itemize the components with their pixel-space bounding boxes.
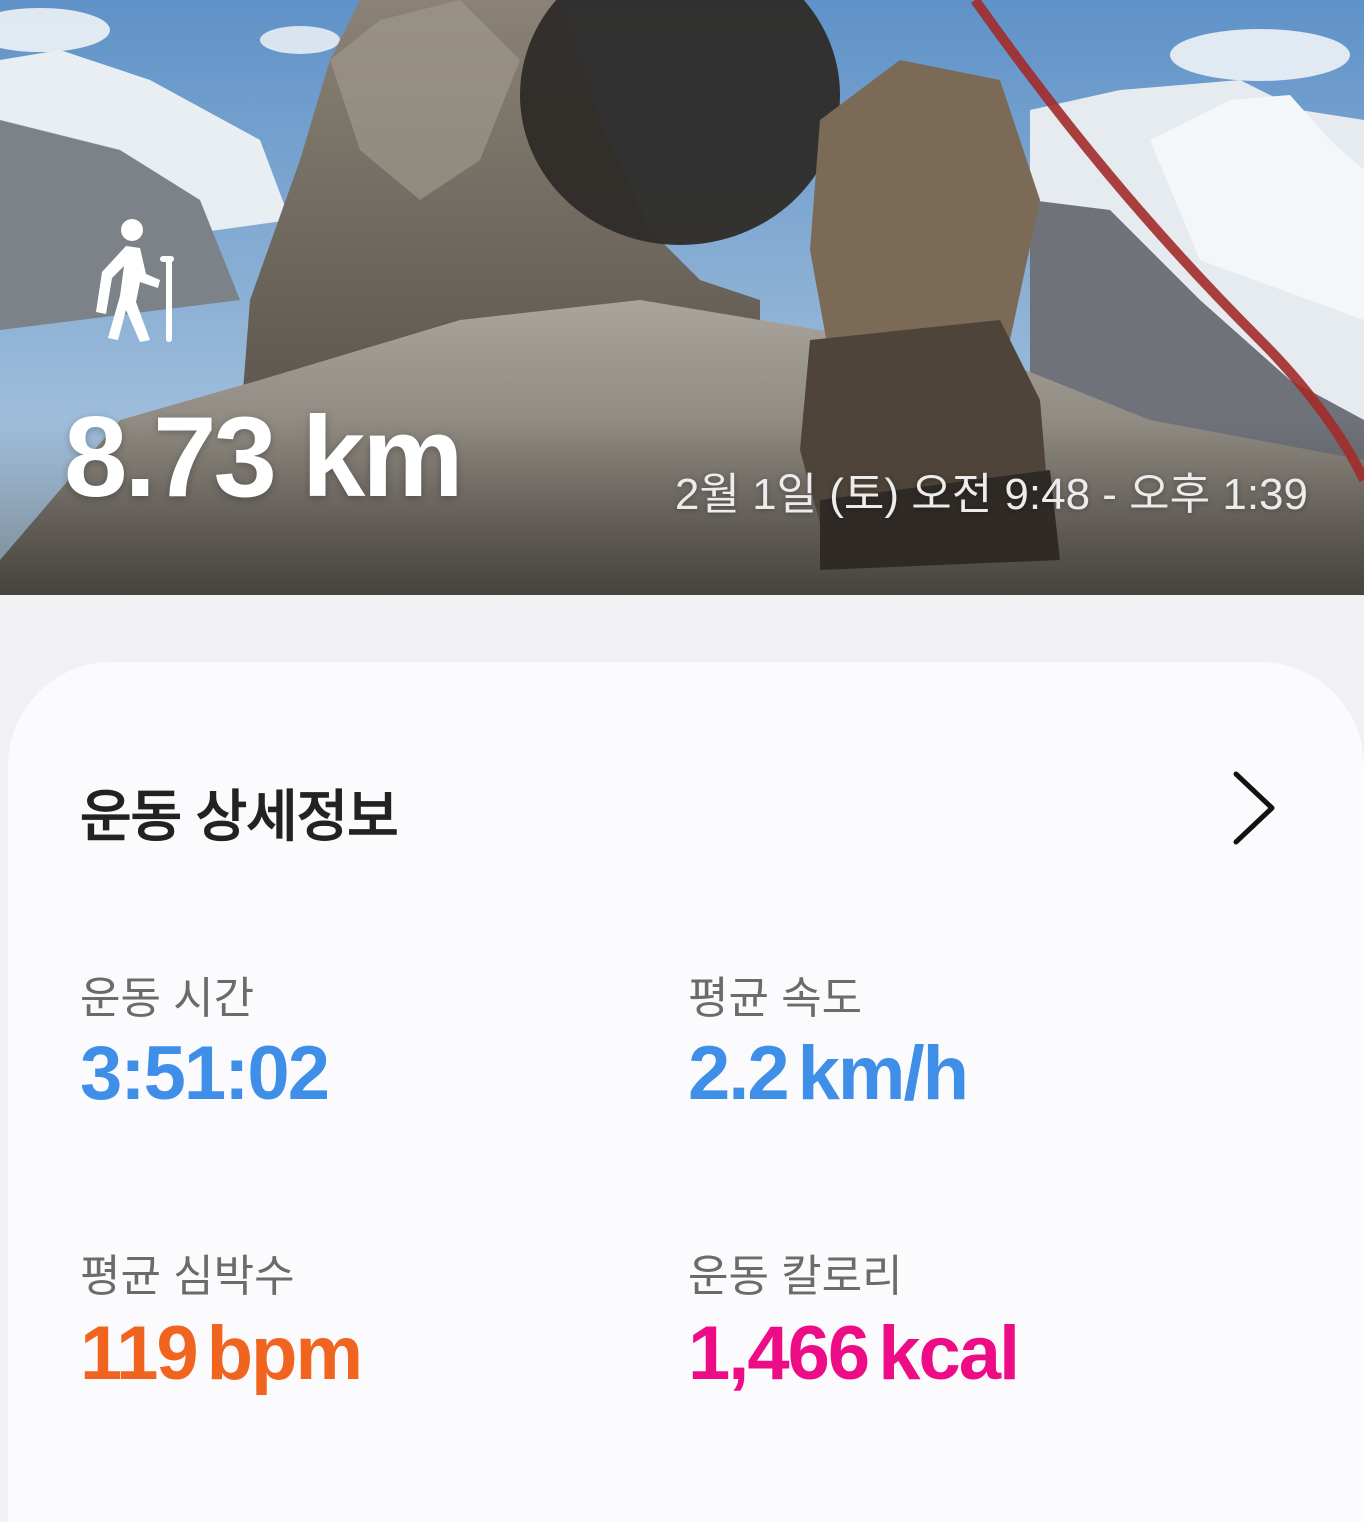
workout-time-range: 2월 1일 (토) 오전 9:48 - 오후 1:39 bbox=[674, 470, 1308, 519]
heart-rate-unit: bpm bbox=[206, 1311, 363, 1396]
stat-value-duration: 3:51:02 bbox=[80, 1030, 330, 1117]
heart-rate-number: 119 bbox=[80, 1311, 199, 1396]
distance-unit: km bbox=[301, 394, 464, 521]
details-title: 운동 상세정보 bbox=[80, 785, 399, 848]
distance-value: 8.73 bbox=[64, 394, 277, 521]
stat-label-avg-heart-rate: 평균 심박수 bbox=[80, 1252, 295, 1301]
chevron-right-icon[interactable] bbox=[1226, 768, 1282, 848]
stat-label-avg-speed: 평균 속도 bbox=[688, 974, 863, 1023]
avg-speed-number: 2.2 bbox=[688, 1031, 790, 1116]
avg-speed-unit: km/h bbox=[797, 1031, 969, 1116]
stat-value-avg-heart-rate: 119 bpm bbox=[80, 1310, 363, 1397]
stat-label-duration: 운동 시간 bbox=[80, 974, 255, 1023]
distance-display: 8.73 km bbox=[64, 392, 464, 523]
hiking-icon bbox=[96, 219, 174, 342]
stat-value-calories: 1,466 kcal bbox=[688, 1310, 1020, 1397]
duration-number: 3:51:02 bbox=[80, 1031, 330, 1116]
calories-number: 1,466 bbox=[688, 1311, 870, 1396]
stat-label-calories: 운동 칼로리 bbox=[688, 1252, 903, 1301]
workout-details-card: 운동 상세정보 운동 시간 3:51:02 평균 속도 2.2 km/h 평균 심… bbox=[8, 662, 1364, 1522]
hero-banner: 8.73 km 2월 1일 (토) 오전 9:48 - 오후 1:39 bbox=[0, 0, 1364, 595]
calories-unit: kcal bbox=[878, 1311, 1020, 1396]
stat-value-avg-speed: 2.2 km/h bbox=[688, 1030, 969, 1117]
